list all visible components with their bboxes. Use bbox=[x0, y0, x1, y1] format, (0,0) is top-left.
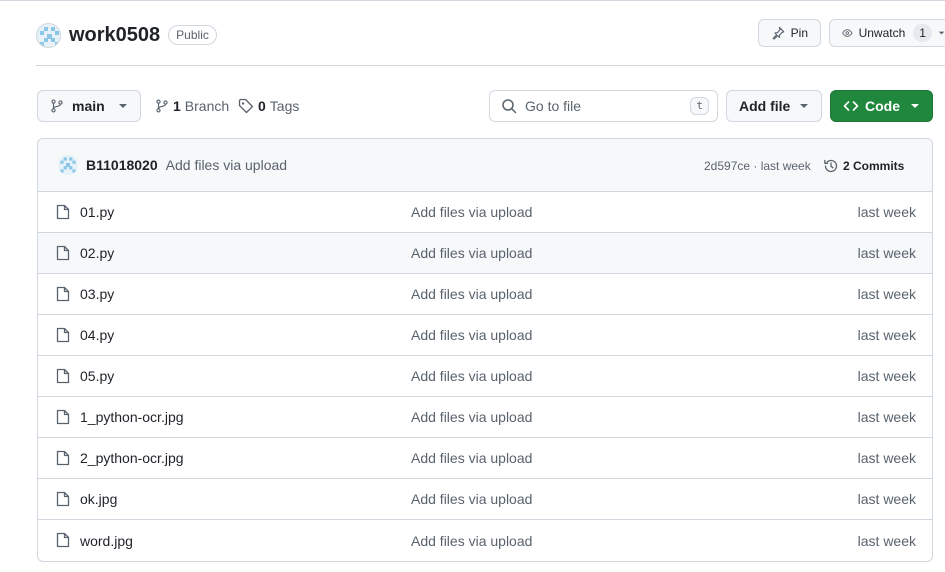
file-icon bbox=[56, 245, 70, 261]
branch-icon bbox=[51, 99, 63, 113]
file-name[interactable]: 1_python-ocr.jpg bbox=[80, 409, 184, 425]
pin-button[interactable]: Pin bbox=[757, 19, 821, 47]
file-commit-date: last week bbox=[857, 204, 916, 220]
file-icon bbox=[56, 532, 70, 548]
commit-author[interactable]: B11018020 bbox=[86, 157, 158, 173]
unwatch-button[interactable]: Unwatch 1 bbox=[829, 19, 945, 47]
history-icon bbox=[824, 159, 838, 172]
file-commit-date: last week bbox=[857, 532, 916, 549]
commit-author-avatar[interactable] bbox=[58, 155, 78, 175]
file-row[interactable]: 1_python-ocr.jpg Add files via upload la… bbox=[38, 397, 932, 438]
repo-avatar[interactable] bbox=[36, 22, 61, 48]
tag-count: 0 bbox=[258, 98, 266, 114]
branches-link[interactable]: 1 Branch bbox=[155, 90, 229, 122]
file-commit-date: last week bbox=[857, 409, 916, 425]
go-to-file-input[interactable]: Go to file t bbox=[489, 90, 718, 122]
file-commit-message[interactable]: Add files via upload bbox=[411, 450, 532, 466]
top-border bbox=[0, 0, 945, 3]
file-list: 01.py Add files via upload last week 02.… bbox=[38, 192, 932, 561]
file-name[interactable]: 04.py bbox=[80, 327, 114, 343]
file-row[interactable]: word.jpg Add files via upload last week bbox=[38, 520, 932, 561]
watch-count-badge: 1 bbox=[913, 24, 932, 42]
search-icon bbox=[502, 99, 517, 114]
file-icon bbox=[56, 450, 70, 466]
repo-toolbar: main 1 Branch 0 Tags Go to file t Add fi… bbox=[37, 90, 933, 122]
add-file-button[interactable]: Add file bbox=[726, 90, 822, 122]
file-name[interactable]: 2_python-ocr.jpg bbox=[80, 450, 184, 466]
repo-name[interactable]: work0508 bbox=[69, 24, 160, 47]
file-commit-date: last week bbox=[857, 368, 916, 384]
file-commit-message[interactable]: Add files via upload bbox=[411, 409, 532, 425]
file-commit-date: last week bbox=[857, 245, 916, 261]
tag-word: Tags bbox=[269, 98, 300, 114]
file-commit-message[interactable]: Add files via upload bbox=[411, 533, 532, 549]
branch-count: 1 bbox=[173, 98, 181, 114]
file-name[interactable]: word.jpg bbox=[80, 533, 133, 549]
file-row[interactable]: 03.py Add files via upload last week bbox=[38, 274, 932, 315]
file-name[interactable]: 01.py bbox=[80, 204, 114, 220]
file-row[interactable]: 2_python-ocr.jpg Add files via upload la… bbox=[38, 438, 932, 479]
branch-word: Branch bbox=[184, 98, 230, 114]
identicon-icon bbox=[40, 26, 59, 46]
file-commit-message[interactable]: Add files via upload bbox=[411, 245, 532, 261]
add-file-label: Add file bbox=[739, 98, 791, 114]
file-row[interactable]: 02.py Add files via upload last week bbox=[38, 233, 932, 274]
branch-icon bbox=[156, 99, 168, 113]
file-icon bbox=[56, 409, 70, 425]
file-name[interactable]: 05.py bbox=[80, 368, 114, 384]
file-commit-message[interactable]: Add files via upload bbox=[411, 368, 532, 384]
file-row[interactable]: 05.py Add files via upload last week bbox=[38, 356, 932, 397]
pin-label: Pin bbox=[790, 26, 808, 40]
file-commit-message[interactable]: Add files via upload bbox=[411, 491, 532, 507]
go-to-file-placeholder: Go to file bbox=[525, 98, 582, 114]
code-label: Code bbox=[865, 98, 900, 114]
tags-link[interactable]: 0 Tags bbox=[238, 90, 299, 122]
file-commit-date: last week bbox=[857, 491, 916, 507]
commits-label: 2 Commits bbox=[843, 158, 905, 173]
repo-header: work0508 Public Pin Unwatch 1 bbox=[36, 19, 945, 50]
shortcut-key: t bbox=[690, 97, 709, 115]
commit-meta[interactable]: 2d597ce · last week bbox=[704, 139, 811, 192]
eye-icon bbox=[842, 29, 853, 37]
file-icon bbox=[56, 368, 70, 384]
unwatch-label: Unwatch bbox=[858, 26, 906, 40]
visibility-badge: Public bbox=[168, 25, 217, 45]
branch-name: main bbox=[72, 98, 105, 114]
branch-selector-button[interactable]: main bbox=[37, 90, 141, 122]
triangle-down-icon bbox=[800, 104, 808, 108]
file-commit-date: last week bbox=[857, 327, 916, 343]
triangle-down-icon bbox=[911, 104, 919, 108]
file-icon bbox=[56, 327, 70, 343]
file-commit-message[interactable]: Add files via upload bbox=[411, 286, 532, 302]
triangle-down-icon bbox=[119, 104, 127, 108]
file-name[interactable]: 03.py bbox=[80, 286, 114, 302]
file-row[interactable]: 01.py Add files via upload last week bbox=[38, 192, 932, 233]
code-icon bbox=[843, 101, 859, 111]
latest-commit-bar: B11018020 Add files via upload 2d597ce ·… bbox=[38, 139, 932, 192]
file-commit-message[interactable]: Add files via upload bbox=[411, 327, 532, 343]
header-divider bbox=[36, 65, 945, 66]
file-name[interactable]: ok.jpg bbox=[80, 491, 117, 507]
commits-link[interactable]: 2 Commits bbox=[823, 139, 904, 192]
file-commit-message[interactable]: Add files via upload bbox=[411, 204, 532, 220]
code-button[interactable]: Code bbox=[830, 90, 933, 122]
file-commit-date: last week bbox=[857, 286, 916, 302]
file-commit-date: last week bbox=[857, 450, 916, 466]
commit-message[interactable]: Add files via upload bbox=[166, 157, 287, 173]
header-actions: Pin Unwatch 1 bbox=[757, 19, 945, 47]
file-icon bbox=[56, 204, 70, 220]
triangle-down-icon bbox=[938, 31, 945, 35]
file-row[interactable]: ok.jpg Add files via upload last week bbox=[38, 479, 932, 520]
file-icon bbox=[56, 286, 70, 302]
file-browser: B11018020 Add files via upload 2d597ce ·… bbox=[37, 138, 933, 562]
pin-icon bbox=[772, 26, 784, 40]
file-name[interactable]: 02.py bbox=[80, 245, 114, 261]
tag-icon bbox=[238, 98, 254, 114]
file-icon bbox=[56, 491, 70, 507]
identicon-icon bbox=[60, 157, 76, 173]
file-row[interactable]: 04.py Add files via upload last week bbox=[38, 315, 932, 356]
